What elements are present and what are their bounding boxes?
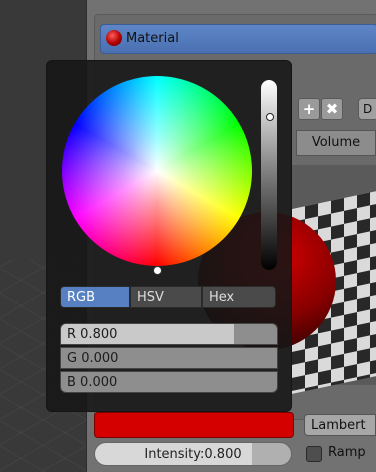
diffuse-intensity-slider[interactable]: Intensity:0.800 xyxy=(94,442,292,466)
remove-slot-button[interactable]: ✖ xyxy=(321,98,343,120)
green-channel-slider[interactable]: G 0.000 xyxy=(60,347,278,369)
wheel-cursor[interactable] xyxy=(153,266,162,275)
extra-button[interactable]: D xyxy=(358,98,376,120)
blue-channel-label: B 0.000 xyxy=(67,375,118,390)
blue-channel-slider[interactable]: B 0.000 xyxy=(60,371,278,393)
diffuse-color-swatch[interactable] xyxy=(94,412,294,438)
diffuse-shader-dropdown[interactable]: Lambert xyxy=(304,414,376,436)
tab-rgb[interactable]: RGB xyxy=(60,286,130,308)
color-mode-tabs: RGB HSV Hex xyxy=(60,286,276,308)
value-slider[interactable] xyxy=(261,80,277,270)
red-channel-label: R 0.800 xyxy=(67,327,118,342)
ramp-label: Ramp xyxy=(328,445,366,460)
tab-volume[interactable]: Volume xyxy=(296,130,376,156)
green-channel-label: G 0.000 xyxy=(67,351,119,366)
ramp-checkbox[interactable] xyxy=(306,446,322,462)
rgb-channel-sliders: R 0.800 G 0.000 B 0.000 xyxy=(60,323,278,395)
add-slot-button[interactable]: + xyxy=(298,98,320,120)
value-slider-handle[interactable] xyxy=(266,113,274,121)
material-sphere-icon xyxy=(106,30,122,46)
red-channel-slider[interactable]: R 0.800 xyxy=(60,323,278,345)
tab-hex[interactable]: Hex xyxy=(202,286,276,308)
tab-hsv[interactable]: HSV xyxy=(130,286,202,308)
hue-saturation-wheel[interactable] xyxy=(62,76,252,266)
material-slot-label: Material xyxy=(126,31,179,46)
slot-buttons: + ✖ xyxy=(298,98,344,122)
